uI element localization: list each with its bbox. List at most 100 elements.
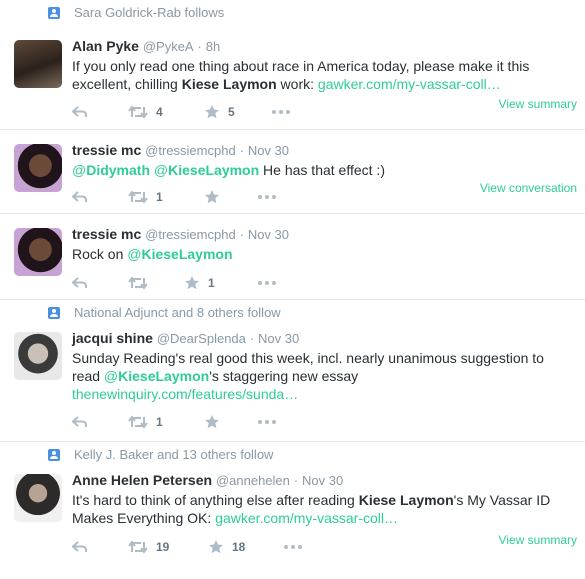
- tweet-header: tressie mc @tressiemcphd · Nov 30: [72, 141, 289, 160]
- avatar[interactable]: [14, 144, 62, 192]
- tweet-text: @Didymath @KieseLaymon He has that effec…: [72, 161, 575, 179]
- tweet-context: National Adjunct and 8 others follow: [48, 305, 281, 321]
- reply-icon: [72, 541, 87, 552]
- retweet-count: 4: [156, 105, 163, 119]
- favorite-button[interactable]: 5: [204, 103, 235, 121]
- reply-button[interactable]: [72, 274, 88, 292]
- more-icon: [258, 419, 278, 425]
- more-button[interactable]: [258, 188, 278, 206]
- timestamp[interactable]: Nov 30: [302, 473, 343, 488]
- context-text[interactable]: National Adjunct and 8 others follow: [74, 305, 281, 321]
- user-fullname[interactable]: Alan Pyke: [72, 38, 139, 54]
- tweet[interactable]: Kelly J. Baker and 13 others follow Anne…: [0, 442, 585, 579]
- timestamp[interactable]: Nov 30: [258, 331, 299, 346]
- view-summary-link[interactable]: View summary: [499, 533, 577, 547]
- separator-dot: ·: [249, 331, 255, 346]
- view-conversation-link[interactable]: View conversation: [480, 181, 577, 195]
- separator-dot: ·: [197, 39, 202, 54]
- more-icon: [272, 109, 292, 115]
- more-button[interactable]: [272, 103, 292, 121]
- timestamp[interactable]: Nov 30: [248, 227, 289, 242]
- tweet-stream: Sara Goldrick-Rab follows Alan Pyke @Pyk…: [0, 0, 585, 579]
- more-button[interactable]: [258, 413, 278, 431]
- timestamp[interactable]: Nov 30: [248, 143, 289, 158]
- tweet-header: jacqui shine @DearSplenda · Nov 30: [72, 329, 299, 348]
- more-button[interactable]: [258, 274, 278, 292]
- retweet-button[interactable]: [128, 274, 148, 292]
- user-fullname[interactable]: tressie mc: [72, 142, 141, 158]
- text-segment: 's staggering new essay: [209, 368, 359, 384]
- avatar[interactable]: [14, 332, 62, 380]
- mention[interactable]: @KieseLaymon: [104, 368, 209, 384]
- user-handle[interactable]: @DearSplenda: [157, 331, 246, 346]
- follows-icon: [48, 7, 60, 19]
- tweet-link[interactable]: gawker.com/my-vassar-coll…: [318, 76, 501, 92]
- retweet-icon: [128, 276, 148, 290]
- tweet[interactable]: National Adjunct and 8 others follow jac…: [0, 300, 585, 442]
- separator-dot: ·: [239, 143, 244, 158]
- tweet[interactable]: tressie mc @tressiemcphd · Nov 30 Rock o…: [0, 214, 585, 300]
- reply-button[interactable]: [72, 103, 88, 121]
- avatar[interactable]: [14, 40, 62, 88]
- tweet-context: Kelly J. Baker and 13 others follow: [48, 447, 273, 463]
- mention[interactable]: @KieseLaymon: [154, 162, 259, 178]
- tweet[interactable]: tressie mc @tressiemcphd · Nov 30 @Didym…: [0, 130, 585, 214]
- more-icon: [258, 194, 278, 200]
- tweet-actions: 1: [72, 188, 332, 206]
- tweet-text: It's hard to think of anything else afte…: [72, 491, 575, 527]
- mention[interactable]: @KieseLaymon: [127, 246, 232, 262]
- tweet-link[interactable]: gawker.com/my-vassar-coll…: [215, 510, 398, 526]
- favorite-button[interactable]: 1: [184, 274, 215, 292]
- more-button[interactable]: [284, 538, 304, 556]
- favorite-count: 18: [232, 540, 246, 554]
- retweet-button[interactable]: 19: [128, 538, 169, 556]
- tweet[interactable]: Sara Goldrick-Rab follows Alan Pyke @Pyk…: [0, 0, 585, 130]
- text-segment: work:: [276, 76, 318, 92]
- tweet-text: Rock on @KieseLaymon: [72, 245, 575, 263]
- user-handle[interactable]: @tressiemcphd: [145, 143, 236, 158]
- retweet-count: 1: [156, 190, 163, 204]
- context-text[interactable]: Kelly J. Baker and 13 others follow: [74, 447, 273, 463]
- follows-icon: [48, 307, 60, 319]
- tweet-link[interactable]: thenewinquiry.com/features/sunda…: [72, 386, 298, 402]
- tweet-text: If you only read one thing about race in…: [72, 57, 575, 93]
- text-segment: He has that effect :): [259, 162, 385, 178]
- view-summary-link[interactable]: View summary: [499, 97, 577, 111]
- retweet-count: 19: [156, 540, 170, 554]
- avatar[interactable]: [14, 228, 62, 276]
- timestamp[interactable]: 8h: [206, 39, 220, 54]
- user-handle[interactable]: @PykeA: [143, 39, 194, 54]
- reply-button[interactable]: [72, 538, 88, 556]
- tweet-text: Sunday Reading's real good this week, in…: [72, 349, 575, 403]
- user-handle[interactable]: @tressiemcphd: [145, 227, 236, 242]
- user-handle[interactable]: @annehelen: [216, 473, 290, 488]
- avatar[interactable]: [14, 474, 62, 522]
- tweet-header: Anne Helen Petersen @annehelen · Nov 30: [72, 471, 343, 490]
- star-icon: [205, 190, 219, 204]
- favorite-button[interactable]: [204, 188, 220, 206]
- retweet-count: 1: [156, 415, 163, 429]
- user-fullname[interactable]: Anne Helen Petersen: [72, 472, 212, 488]
- mention[interactable]: @Didymath: [72, 162, 150, 178]
- favorite-button[interactable]: 18: [208, 538, 245, 556]
- reply-button[interactable]: [72, 413, 88, 431]
- text-bold: Kiese Laymon: [358, 492, 454, 508]
- retweet-button[interactable]: 1: [128, 413, 163, 431]
- text-segment: Rock on: [72, 246, 128, 262]
- retweet-button[interactable]: 1: [128, 188, 163, 206]
- retweet-button[interactable]: 4: [128, 103, 163, 121]
- tweet-context: Sara Goldrick-Rab follows: [48, 5, 224, 21]
- user-fullname[interactable]: jacqui shine: [72, 330, 153, 346]
- follows-icon: [48, 449, 60, 461]
- separator-dot: ·: [293, 473, 299, 488]
- context-text[interactable]: Sara Goldrick-Rab follows: [74, 5, 224, 21]
- text-segment: It's hard to think of anything else afte…: [72, 492, 359, 508]
- separator-dot: ·: [239, 227, 244, 242]
- favorite-button[interactable]: [204, 413, 220, 431]
- star-icon: [209, 540, 223, 554]
- user-fullname[interactable]: tressie mc: [72, 226, 141, 242]
- reply-button[interactable]: [72, 188, 88, 206]
- favorite-count: 1: [208, 276, 215, 290]
- tweet-actions: 19 18: [72, 538, 332, 556]
- star-icon: [205, 415, 219, 429]
